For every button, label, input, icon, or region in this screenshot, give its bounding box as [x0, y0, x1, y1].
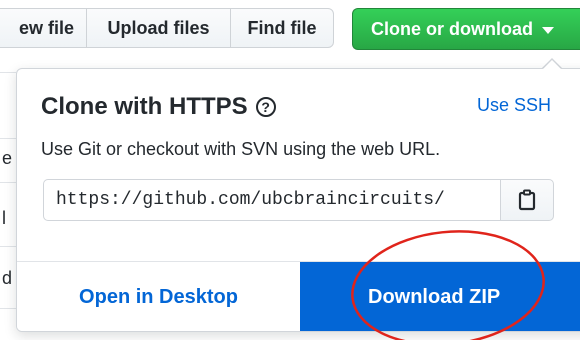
- screenshot-stage: e l d ew file Upload files Find file Clo…: [0, 0, 580, 340]
- download-zip-button[interactable]: Download ZIP: [300, 262, 580, 331]
- list-divider: [0, 138, 16, 139]
- list-item-fragment: l: [2, 208, 6, 228]
- upload-files-button[interactable]: Upload files: [86, 8, 231, 48]
- clipboard-icon: [518, 189, 536, 211]
- clone-title-text: Clone with HTTPS: [41, 93, 248, 120]
- file-actions-group: ew file Upload files Find file: [0, 8, 334, 50]
- list-divider: [0, 72, 16, 73]
- open-in-desktop-button[interactable]: Open in Desktop: [17, 262, 300, 331]
- question-circle-icon[interactable]: ?: [255, 97, 276, 117]
- list-divider: [0, 182, 16, 183]
- clone-or-download-button[interactable]: Clone or download: [352, 8, 580, 50]
- caret-down-icon: [542, 26, 554, 34]
- popover-arrow-fill: [543, 60, 561, 69]
- clone-or-download-label: Clone or download: [371, 18, 533, 39]
- list-divider: [0, 308, 16, 309]
- clone-url-field: [43, 179, 501, 221]
- use-ssh-link[interactable]: Use SSH: [477, 95, 551, 116]
- clone-panel-title: Clone with HTTPS ?: [41, 93, 276, 121]
- copy-url-button[interactable]: [500, 179, 554, 221]
- popover-footer: Open in Desktop Download ZIP: [17, 261, 580, 331]
- clone-description: Use Git or checkout with SVN using the w…: [41, 139, 441, 159]
- create-new-file-button[interactable]: ew file: [0, 8, 87, 48]
- list-item-fragment: d: [2, 268, 13, 288]
- list-divider: [0, 246, 16, 247]
- clone-url-input[interactable]: [44, 180, 500, 220]
- find-file-button[interactable]: Find file: [230, 8, 334, 48]
- background-file-list: e l d: [0, 62, 16, 340]
- list-item-fragment: e: [2, 148, 13, 168]
- clone-popover: Clone with HTTPS ? Use SSH Use Git or ch…: [16, 68, 580, 332]
